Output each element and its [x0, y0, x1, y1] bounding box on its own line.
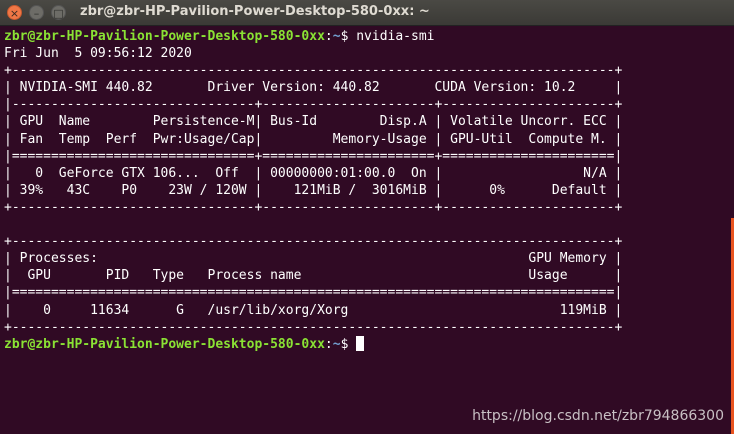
output-line: | Processes: GPU Memory |	[4, 251, 623, 267]
prompt-separator: :	[324, 336, 333, 352]
output-line: |=======================================…	[4, 285, 623, 301]
prompt-user-host: zbr@zbr-HP-Pavilion-Power-Desktop-580-0x…	[4, 29, 325, 44]
output-line: | NVIDIA-SMI 440.82 Driver Version: 440.…	[4, 80, 623, 96]
close-button[interactable]: ×	[7, 5, 22, 20]
output-line: |===============================+=======…	[4, 148, 623, 164]
output-line: | 0 GeForce GTX 106... Off | 00000000:01…	[4, 165, 623, 181]
terminal-window: × – □ zbr@zbr-HP-Pavilion-Power-Desktop-…	[0, 0, 734, 434]
minimize-button[interactable]: –	[29, 5, 44, 20]
output-line: +---------------------------------------…	[4, 63, 623, 79]
prompt-line: zbr@zbr-HP-Pavilion-Power-Desktop-580-0x…	[4, 335, 730, 353]
output-line: |-------------------------------+-------…	[4, 97, 623, 113]
prompt-user-host: zbr@zbr-HP-Pavilion-Power-Desktop-580-0x…	[4, 336, 325, 352]
maximize-icon: □	[53, 7, 64, 20]
prompt-symbol: $	[340, 336, 357, 352]
output-line: +-------------------------------+-------…	[4, 199, 623, 215]
maximize-button[interactable]: □	[51, 5, 66, 20]
close-icon: ×	[9, 7, 20, 20]
title-bar[interactable]: × – □ zbr@zbr-HP-Pavilion-Power-Desktop-…	[0, 0, 734, 26]
output-line: +---------------------------------------…	[4, 319, 623, 335]
command-text: nvidia-smi	[356, 29, 435, 44]
output-line: | 0 11634 G /usr/lib/xorg/Xorg 119MiB |	[4, 302, 623, 318]
output-line: | 39% 43C P0 23W / 120W | 121MiB / 3016M…	[4, 182, 623, 198]
output-line: Fri Jun 5 09:56:12 2020	[4, 46, 192, 62]
terminal-output[interactable]: zbr@zbr-HP-Pavilion-Power-Desktop-580-0x…	[4, 28, 730, 428]
output-line: +---------------------------------------…	[4, 234, 623, 250]
window-title: zbr@zbr-HP-Pavilion-Power-Desktop-580-0x…	[80, 4, 430, 19]
minimize-icon: –	[33, 7, 40, 20]
output-line: | GPU Name Persistence-M| Bus-Id Disp.A …	[4, 114, 623, 130]
prompt-path: ~	[332, 29, 341, 44]
output-line: | GPU PID Type Process name Usage |	[4, 268, 623, 284]
prompt-path: ~	[332, 336, 341, 352]
output-line: | Fan Temp Perf Pwr:Usage/Cap| Memory-Us…	[4, 131, 623, 147]
prompt-symbol: $	[340, 29, 357, 44]
command-line: zbr@zbr-HP-Pavilion-Power-Desktop-580-0x…	[4, 28, 730, 45]
prompt-separator: :	[324, 29, 333, 44]
watermark-text: https://blog.csdn.net/zbr794866300	[472, 408, 724, 424]
text-cursor	[356, 335, 365, 351]
